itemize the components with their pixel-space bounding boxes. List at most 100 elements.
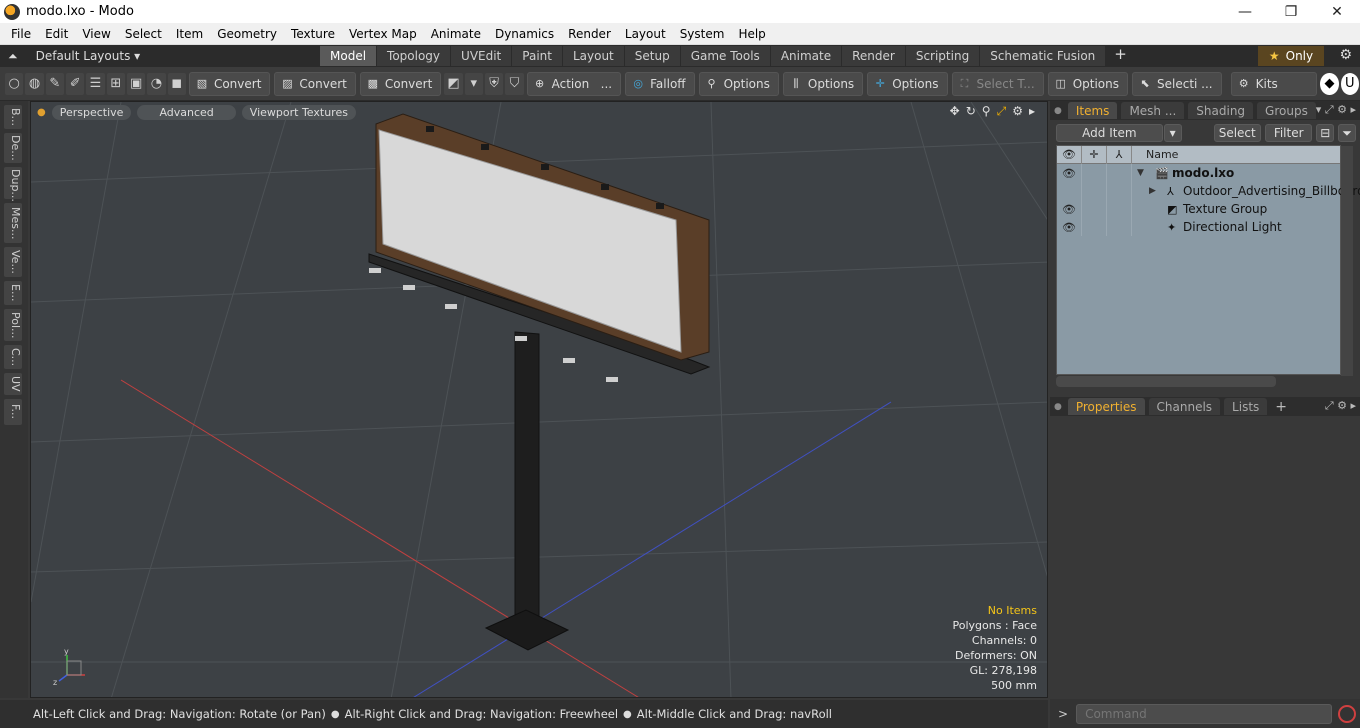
align-icon[interactable]: ☰ xyxy=(86,72,105,95)
falloff-button[interactable]: ◎ Falloff xyxy=(625,71,695,96)
collapse-list-icon[interactable]: ⊟ xyxy=(1316,124,1335,142)
add-tab-button[interactable]: + xyxy=(1106,45,1135,67)
tab-groups[interactable]: Groups xyxy=(1257,102,1316,119)
close-button[interactable]: ✕ xyxy=(1314,0,1360,23)
viewport-menu-dot[interactable]: ● xyxy=(37,107,46,118)
menu-system[interactable]: System xyxy=(673,27,732,41)
tab-schematic-fusion[interactable]: Schematic Fusion xyxy=(980,46,1107,66)
left-tab-duplicate[interactable]: Dup... xyxy=(4,167,22,202)
pen-tool-icon[interactable]: ✎ xyxy=(45,72,64,95)
advanced-button[interactable]: Advanced xyxy=(137,104,236,120)
tab-game-tools[interactable]: Game Tools xyxy=(680,46,771,66)
eye-icon[interactable]: 👁 xyxy=(1057,218,1082,236)
expand-arrow-icon[interactable]: ▶ xyxy=(1149,186,1156,196)
convert-button-1[interactable]: ▧ Convert xyxy=(188,71,271,96)
square-select-icon[interactable]: ▣ xyxy=(126,72,146,95)
tab-layout[interactable]: Layout xyxy=(562,46,625,66)
eye-icon[interactable]: 👁 xyxy=(1057,200,1082,218)
3d-viewport[interactable]: ● Perspective Advanced Viewport Textures… xyxy=(30,101,1048,698)
perspective-button[interactable]: Perspective xyxy=(51,104,132,120)
tab-mesh[interactable]: Mesh ... xyxy=(1121,102,1185,119)
options-button-1[interactable]: ⚲ Options xyxy=(698,71,779,96)
items-vertical-scrollbar[interactable] xyxy=(1341,146,1353,376)
kits-button[interactable]: ⚙ Kits xyxy=(1230,71,1318,96)
items-horizontal-scrollbar[interactable] xyxy=(1056,376,1276,387)
menu-render[interactable]: Render xyxy=(561,27,618,41)
visibility-column-icon[interactable]: 👁 xyxy=(1057,145,1082,164)
tab-animate[interactable]: Animate xyxy=(770,46,843,66)
tab-topology[interactable]: Topology xyxy=(377,46,452,66)
selection-button[interactable]: ⬉ Selecti ... xyxy=(1132,71,1222,96)
tab-paint[interactable]: Paint xyxy=(512,46,563,66)
panel-menu-dot[interactable]: ● xyxy=(1054,402,1062,412)
maximize-button[interactable]: ❐ xyxy=(1268,0,1314,23)
expand-arrow-icon[interactable]: ▼ xyxy=(1137,168,1144,178)
type-column-icon[interactable]: ⅄ xyxy=(1107,145,1132,164)
viewport-scene[interactable] xyxy=(31,102,1048,698)
action-button[interactable]: ⊕ Action ... xyxy=(526,71,622,96)
circle-select-icon[interactable]: ◔ xyxy=(147,72,166,95)
tab-items[interactable]: Items xyxy=(1067,102,1118,119)
left-tab-fusion[interactable]: F... xyxy=(4,399,22,425)
material-cube-icon[interactable]: ◩ xyxy=(444,72,463,95)
menu-item[interactable]: Item xyxy=(169,27,210,41)
tab-setup[interactable]: Setup xyxy=(624,46,681,66)
unity-icon[interactable]: ◆ xyxy=(1320,72,1339,95)
menu-animate[interactable]: Animate xyxy=(424,27,488,41)
viewport-textures-button[interactable]: Viewport Textures xyxy=(241,104,356,120)
menu-texture[interactable]: Texture xyxy=(284,27,342,41)
center-icon[interactable]: ⊞ xyxy=(106,72,125,95)
menu-edit[interactable]: Edit xyxy=(38,27,75,41)
left-tab-deform[interactable]: De... xyxy=(4,133,22,163)
left-tab-polygon[interactable]: Pol... xyxy=(4,309,22,341)
maximize-viewport-icon[interactable]: ⤢ xyxy=(997,104,1007,119)
record-macro-icon[interactable] xyxy=(1338,704,1357,723)
tab-scripting[interactable]: Scripting xyxy=(905,46,981,66)
list-item-texture-group[interactable]: 👁 ◩ Texture Group xyxy=(1057,200,1340,218)
add-item-dropdown[interactable]: ▾ xyxy=(1163,124,1182,142)
menu-select[interactable]: Select xyxy=(118,27,169,41)
add-panel-tab-button[interactable]: + xyxy=(1275,399,1287,415)
menu-geometry[interactable]: Geometry xyxy=(210,27,284,41)
unreal-icon[interactable]: U xyxy=(1340,72,1359,95)
add-item-button[interactable]: Add Item xyxy=(1056,124,1163,142)
menu-file[interactable]: File xyxy=(4,27,38,41)
select-through-button[interactable]: ⛶ Select T... xyxy=(951,71,1044,96)
tab-lists[interactable]: Lists xyxy=(1224,398,1268,415)
menu-view[interactable]: View xyxy=(75,27,117,41)
tab-uvedit[interactable]: UVEdit xyxy=(451,46,513,66)
select-vertices-icon[interactable]: ○ xyxy=(5,72,24,95)
left-tab-vertex[interactable]: Ve... xyxy=(4,247,22,277)
layout-selector[interactable]: ⏶ Default Layouts ▾ xyxy=(0,49,320,64)
menu-help[interactable]: Help xyxy=(731,27,772,41)
globe-icon[interactable]: ◍ xyxy=(25,72,44,95)
panel-controls[interactable]: ⤢ ⚙ ▸ xyxy=(1325,399,1356,413)
list-item-scene[interactable]: 👁 ▼ 🎬 modo.lxo xyxy=(1057,164,1340,182)
panel-controls[interactable]: ▾ ⤢ ⚙ ▸ xyxy=(1316,103,1356,117)
collapse-arrow-icon[interactable]: ⏶ xyxy=(8,49,18,64)
rotate-icon[interactable]: ↻ xyxy=(966,104,976,119)
left-tab-curve[interactable]: C... xyxy=(4,345,22,369)
list-item-billboard[interactable]: ▶ ⅄ Outdoor_Advertising_Billboard xyxy=(1057,182,1360,200)
shield-alt-icon[interactable]: ⛉ xyxy=(505,72,524,95)
options-button-2[interactable]: ⫼ Options xyxy=(782,71,864,96)
convert-button-2[interactable]: ▨ Convert xyxy=(274,71,356,96)
left-tab-basic[interactable]: B... xyxy=(4,105,22,129)
options-button-4[interactable]: ◫ Options xyxy=(1047,71,1128,96)
left-tab-uv[interactable]: UV xyxy=(4,373,22,395)
left-tab-edge[interactable]: E... xyxy=(4,281,22,305)
command-prompt-icon[interactable]: > xyxy=(1058,707,1068,721)
tab-channels[interactable]: Channels xyxy=(1148,398,1221,415)
select-button[interactable]: Select xyxy=(1213,124,1261,142)
tab-properties[interactable]: Properties xyxy=(1067,398,1145,415)
lock-column-icon[interactable]: ✛ xyxy=(1082,145,1107,164)
pan-icon[interactable]: ✥ xyxy=(950,104,960,119)
tab-model[interactable]: Model xyxy=(320,46,378,66)
gear-icon[interactable]: ⚙ xyxy=(1339,47,1352,63)
minimize-button[interactable]: — xyxy=(1222,0,1268,23)
viewport-gear-icon[interactable]: ⚙ xyxy=(1012,104,1023,119)
left-tab-mesh-edit[interactable]: Mes... xyxy=(4,203,22,243)
chevron-down-icon[interactable]: ▾ xyxy=(464,72,483,95)
options-button-3[interactable]: ✛ Options xyxy=(867,71,948,96)
zoom-icon[interactable]: ⚲ xyxy=(982,104,991,119)
